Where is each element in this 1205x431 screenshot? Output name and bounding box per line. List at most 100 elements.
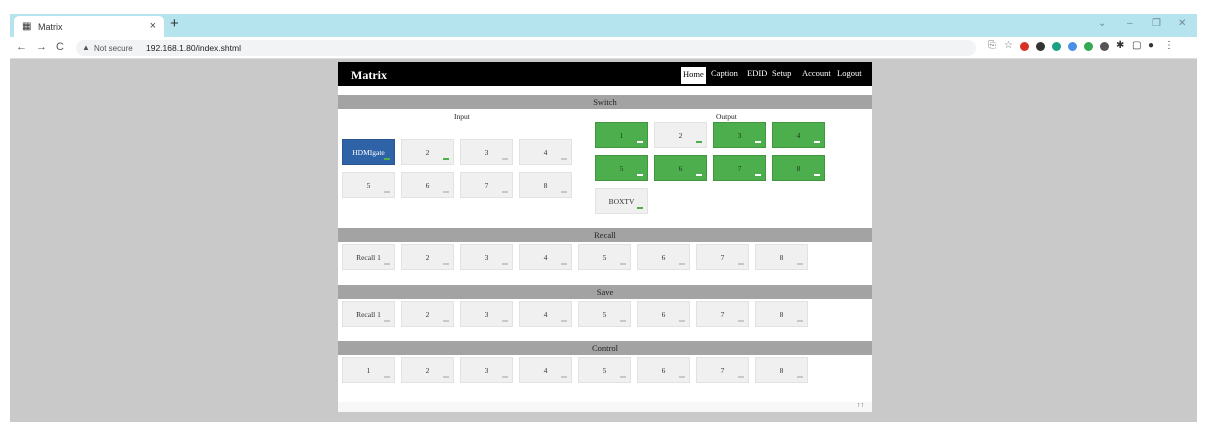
output-button-3-status-icon xyxy=(755,141,761,143)
input-button-7[interactable]: 7 xyxy=(460,172,513,198)
save-button-5[interactable]: 5 xyxy=(578,301,631,327)
save-button-6[interactable]: 6 xyxy=(637,301,690,327)
control-button-2[interactable]: 2 xyxy=(401,357,454,383)
nav-account[interactable]: Account xyxy=(802,68,831,78)
puzzle-icon[interactable]: ✱ xyxy=(1116,40,1124,51)
reload-button[interactable]: C xyxy=(56,41,64,53)
brand-title: Matrix xyxy=(351,68,387,82)
output-button-9-label: BOXTV xyxy=(608,197,635,206)
security-label: Not secure xyxy=(94,44,133,53)
tab-close-icon[interactable]: × xyxy=(150,20,156,32)
ext-red-icon[interactable] xyxy=(1020,42,1029,51)
control-section-header: Control xyxy=(338,341,872,355)
save-button-6-status-icon xyxy=(679,320,685,322)
output-button-6[interactable]: 6 xyxy=(654,155,707,181)
new-tab-button[interactable]: + xyxy=(170,15,179,32)
translate-icon[interactable]: ⎘ xyxy=(988,40,996,51)
sidepanel-icon[interactable]: ▢ xyxy=(1132,40,1141,51)
save-button-8[interactable]: 8 xyxy=(755,301,808,327)
save-button-3[interactable]: 3 xyxy=(460,301,513,327)
forward-button[interactable]: → xyxy=(36,41,47,53)
recall-button-3[interactable]: 3 xyxy=(460,244,513,270)
nav-setup[interactable]: Setup xyxy=(772,68,791,78)
nav-logout[interactable]: Logout xyxy=(837,68,862,78)
output-button-9[interactable]: BOXTV xyxy=(595,188,648,214)
warning-icon: ▲ xyxy=(82,43,90,52)
control-button-5-label: 5 xyxy=(602,366,607,375)
ext-teal-icon[interactable] xyxy=(1052,42,1061,51)
ext-blue-icon[interactable] xyxy=(1068,42,1077,51)
close-window-button[interactable]: ✕ xyxy=(1178,18,1186,29)
recall-button-3-label: 3 xyxy=(484,253,489,262)
menu-icon[interactable]: ⋮ xyxy=(1164,40,1174,51)
url-input[interactable]: ▲ Not secure 192.168.1.80/index.shtml xyxy=(76,40,976,56)
recall-button-4[interactable]: 4 xyxy=(519,244,572,270)
control-button-8-label: 8 xyxy=(779,366,784,375)
recall-button-1[interactable]: Recall 1 xyxy=(342,244,395,270)
control-button-8[interactable]: 8 xyxy=(755,357,808,383)
tab-matrix[interactable]: ▦ Matrix × xyxy=(14,16,164,37)
nav-home[interactable]: Home xyxy=(681,67,706,84)
ext-green-icon[interactable] xyxy=(1084,42,1093,51)
control-button-4[interactable]: 4 xyxy=(519,357,572,383)
control-button-3[interactable]: 3 xyxy=(460,357,513,383)
input-button-8-status-icon xyxy=(561,191,567,193)
save-button-7-status-icon xyxy=(738,320,744,322)
browser-window: ▦ Matrix × + ⌄ – ❐ ✕ ← → C ▲ Not secure … xyxy=(10,14,1197,422)
input-button-1[interactable]: HDMIgate xyxy=(342,139,395,165)
control-button-1-label: 1 xyxy=(366,366,371,375)
output-button-7[interactable]: 7 xyxy=(713,155,766,181)
input-button-3-label: 3 xyxy=(484,148,489,157)
back-button[interactable]: ← xyxy=(16,41,27,53)
control-button-2-status-icon xyxy=(443,376,449,378)
output-button-5[interactable]: 5 xyxy=(595,155,648,181)
output-button-8[interactable]: 8 xyxy=(772,155,825,181)
input-button-8[interactable]: 8 xyxy=(519,172,572,198)
recall-button-6[interactable]: 6 xyxy=(637,244,690,270)
ext-dark-icon[interactable] xyxy=(1036,42,1045,51)
save-button-2[interactable]: 2 xyxy=(401,301,454,327)
scroll-top-icon[interactable]: ↑↑ xyxy=(857,402,864,409)
maximize-button[interactable]: ❐ xyxy=(1152,18,1161,29)
input-button-3[interactable]: 3 xyxy=(460,139,513,165)
output-button-3-label: 3 xyxy=(737,131,742,140)
input-button-6[interactable]: 6 xyxy=(401,172,454,198)
input-button-5[interactable]: 5 xyxy=(342,172,395,198)
save-button-2-label: 2 xyxy=(425,310,430,319)
output-button-3[interactable]: 3 xyxy=(713,122,766,148)
save-button-7[interactable]: 7 xyxy=(696,301,749,327)
star-icon[interactable]: ☆ xyxy=(1004,40,1013,51)
input-button-8-label: 8 xyxy=(543,181,548,190)
control-button-6-status-icon xyxy=(679,376,685,378)
input-button-4[interactable]: 4 xyxy=(519,139,572,165)
input-button-2[interactable]: 2 xyxy=(401,139,454,165)
control-button-7[interactable]: 7 xyxy=(696,357,749,383)
control-button-1[interactable]: 1 xyxy=(342,357,395,383)
output-button-6-label: 6 xyxy=(678,164,683,173)
control-button-7-status-icon xyxy=(738,376,744,378)
input-button-1-label: HDMIgate xyxy=(352,148,385,157)
save-button-4[interactable]: 4 xyxy=(519,301,572,327)
save-button-1[interactable]: Recall 1 xyxy=(342,301,395,327)
control-button-5[interactable]: 5 xyxy=(578,357,631,383)
nav-edid[interactable]: EDID xyxy=(747,68,767,78)
profile-icon[interactable]: ● xyxy=(1148,40,1154,51)
control-button-3-status-icon xyxy=(502,376,508,378)
recall-button-2[interactable]: 2 xyxy=(401,244,454,270)
output-button-2[interactable]: 2 xyxy=(654,122,707,148)
recall-button-8[interactable]: 8 xyxy=(755,244,808,270)
save-button-3-label: 3 xyxy=(484,310,489,319)
tab-search-icon[interactable]: ⌄ xyxy=(1098,18,1106,29)
tab-title: Matrix xyxy=(38,22,63,32)
ext-gray-icon[interactable] xyxy=(1100,42,1109,51)
recall-button-5[interactable]: 5 xyxy=(578,244,631,270)
control-button-2-label: 2 xyxy=(425,366,430,375)
switch-section-header: Switch xyxy=(338,95,872,109)
output-button-1[interactable]: 1 xyxy=(595,122,648,148)
minimize-button[interactable]: – xyxy=(1127,18,1133,29)
nav-caption[interactable]: Caption xyxy=(711,68,738,78)
control-button-6[interactable]: 6 xyxy=(637,357,690,383)
recall-button-7[interactable]: 7 xyxy=(696,244,749,270)
control-button-5-status-icon xyxy=(620,376,626,378)
output-button-4[interactable]: 4 xyxy=(772,122,825,148)
